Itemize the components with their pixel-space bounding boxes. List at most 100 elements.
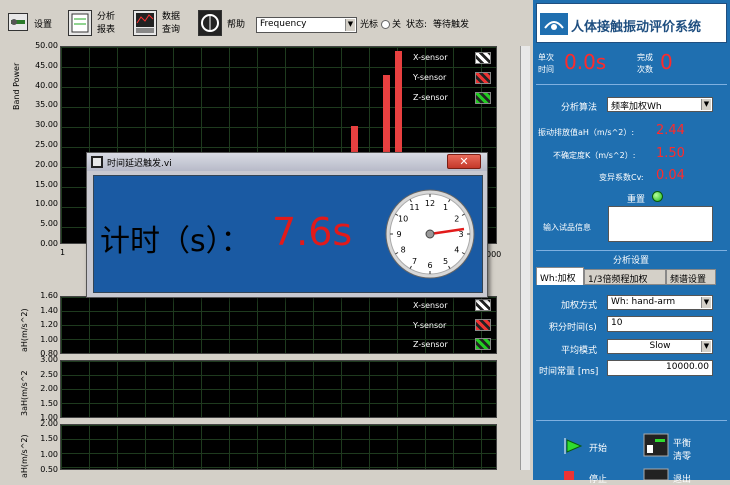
cursor-toggle[interactable] — [381, 20, 390, 29]
time-const-input[interactable]: 10000.00 — [607, 360, 713, 376]
y-tick: 2.00 — [40, 384, 58, 393]
balance-zero-icon[interactable] — [643, 433, 669, 457]
y-tick: 1.00 — [40, 449, 58, 459]
y-tick: 2.50 — [40, 369, 58, 379]
exit-icon[interactable] — [643, 468, 669, 480]
z-sensor-plot[interactable] — [60, 424, 497, 470]
cursor-label: 光标 — [360, 20, 379, 30]
close-icon[interactable]: ✕ — [447, 154, 481, 169]
algo-select[interactable]: 频率加权Wh ▼ — [607, 97, 713, 112]
y-tick: 2.00 — [40, 419, 58, 428]
status-label: 状态: — [406, 20, 428, 30]
y-tick: 1.40 — [40, 305, 58, 315]
x-sensor-plot[interactable]: X-sensor Y-sensor Z-sensor — [60, 296, 497, 354]
y-tick: 10.00 — [35, 199, 58, 209]
tab-octave-weight[interactable]: 1/3倍频程加权 — [584, 269, 666, 285]
y-sensor-plot[interactable] — [60, 360, 497, 418]
balance-zero-label-1[interactable]: 平衡 — [673, 436, 691, 449]
y-tick: 15.00 — [35, 179, 58, 189]
y-tick: 50.00 — [35, 41, 58, 50]
y-tick: 1.60 — [40, 291, 58, 300]
done-value: 0 — [660, 50, 673, 74]
tab-spectrum-settings[interactable]: 频谱设置 — [666, 269, 716, 285]
data-query-icon[interactable] — [133, 10, 157, 36]
gauge-tick-label: 3 — [458, 230, 463, 239]
gauge-tick-label: 9 — [396, 230, 401, 239]
x-legend-z-swatch[interactable] — [475, 338, 491, 350]
z-plot-ylabel: aH(m/s^2) — [20, 434, 29, 478]
k-value: 1.50 — [656, 146, 685, 161]
gauge-tick-label: 1 — [443, 203, 448, 212]
exit-label[interactable]: 退出 — [673, 472, 691, 485]
y-tick: 1.50 — [40, 434, 58, 444]
y-tick: 3.00 — [40, 355, 58, 364]
tab-wh-weight[interactable]: Wh:加权 — [536, 267, 584, 285]
analysis-settings-label: 分析设置 — [613, 256, 650, 266]
gauge-tick-label: 8 — [401, 246, 406, 255]
weight-mode-select[interactable]: Wh: hand-arm ▼ — [607, 295, 713, 310]
y-tick: 45.00 — [35, 60, 58, 70]
legend-x-swatch[interactable] — [475, 52, 491, 64]
k-label: 不确定度K（m/s^2）: — [553, 151, 636, 160]
help-icon[interactable] — [198, 10, 222, 36]
gauge-tick-label: 2 — [454, 215, 459, 224]
avg-mode-label: 平均模式 — [561, 346, 598, 356]
analysis-report-label-1[interactable]: 分析 — [97, 12, 115, 22]
dialog-title-bar[interactable]: 时间延迟触发.vi ✕ — [87, 153, 487, 171]
ah-label: 振动排放值aH（m/s^2）: — [538, 128, 635, 137]
chevron-down-icon[interactable]: ▼ — [701, 99, 711, 110]
data-query-label-2[interactable]: 查询 — [162, 25, 180, 35]
sample-info-label: 输入试品信息 — [543, 223, 591, 232]
vi-icon — [91, 156, 103, 168]
y-tick: 1.20 — [40, 320, 58, 329]
y-tick: 5.00 — [40, 219, 58, 229]
vertical-scrollbar[interactable] — [520, 46, 530, 470]
dialog-title: 时间延迟触发.vi — [107, 159, 172, 169]
main-plot-x-last: 000 — [486, 250, 502, 259]
single-time-label-1: 单次 — [538, 53, 554, 62]
logo-icon — [540, 13, 568, 35]
start-icon[interactable] — [563, 436, 585, 456]
sample-info-input[interactable] — [608, 206, 713, 242]
dialog-body: 计时（s）： 7.6s 1 2 3 4 5 6 7 8 9 10 11 12 — [93, 175, 483, 293]
cv-value: 0.04 — [656, 168, 685, 183]
gauge-tick-label: 12 — [425, 199, 435, 208]
y-tick: 1.50 — [40, 398, 58, 408]
y-tick: 25.00 — [35, 140, 58, 149]
settings-label[interactable]: 设置 — [34, 20, 52, 30]
balance-zero-label-2[interactable]: 清零 — [673, 449, 691, 462]
timer-gauge: 1234567891011 12 — [385, 189, 475, 279]
gauge-tick-label: 6 — [427, 261, 432, 270]
weight-mode-label: 加权方式 — [561, 301, 598, 311]
legend-z-sensor: Z-sensor — [413, 93, 448, 102]
reset-led[interactable] — [652, 191, 663, 202]
stop-label[interactable]: 停止 — [589, 472, 607, 485]
cv-label: 变异系数Cv: — [599, 173, 644, 182]
chevron-down-icon[interactable]: ▼ — [701, 297, 711, 308]
chevron-down-icon[interactable]: ▼ — [701, 341, 711, 352]
data-query-label-1[interactable]: 数据 — [162, 12, 180, 22]
settings-icon[interactable] — [8, 13, 28, 31]
avg-mode-select[interactable]: Slow ▼ — [607, 339, 713, 354]
x-legend-z-sensor: Z-sensor — [413, 340, 448, 349]
main-plot-x-first: 1 — [60, 248, 66, 257]
integ-time-input[interactable]: 10 — [607, 316, 713, 332]
stop-icon[interactable] — [563, 470, 577, 480]
y-tick: 0.50 — [40, 465, 58, 474]
domain-select[interactable]: Frequency ▼ — [256, 17, 357, 33]
analysis-report-label-2[interactable]: 报表 — [97, 25, 115, 35]
status-value: 等待触发 — [433, 20, 470, 30]
x-legend-x-sensor: X-sensor — [413, 301, 448, 310]
help-label[interactable]: 帮助 — [227, 20, 245, 30]
divider — [536, 84, 727, 85]
x-legend-y-swatch[interactable] — [475, 319, 491, 331]
time-const-label: 时间常量 [ms] — [539, 367, 599, 377]
x-legend-x-swatch[interactable] — [475, 299, 491, 311]
legend-z-swatch[interactable] — [475, 92, 491, 104]
start-label[interactable]: 开始 — [589, 441, 607, 454]
chevron-down-icon[interactable]: ▼ — [345, 19, 355, 31]
analysis-report-icon[interactable] — [68, 10, 92, 36]
legend-y-swatch[interactable] — [475, 72, 491, 84]
divider — [536, 250, 727, 251]
reset-label: 重置 — [627, 195, 646, 205]
